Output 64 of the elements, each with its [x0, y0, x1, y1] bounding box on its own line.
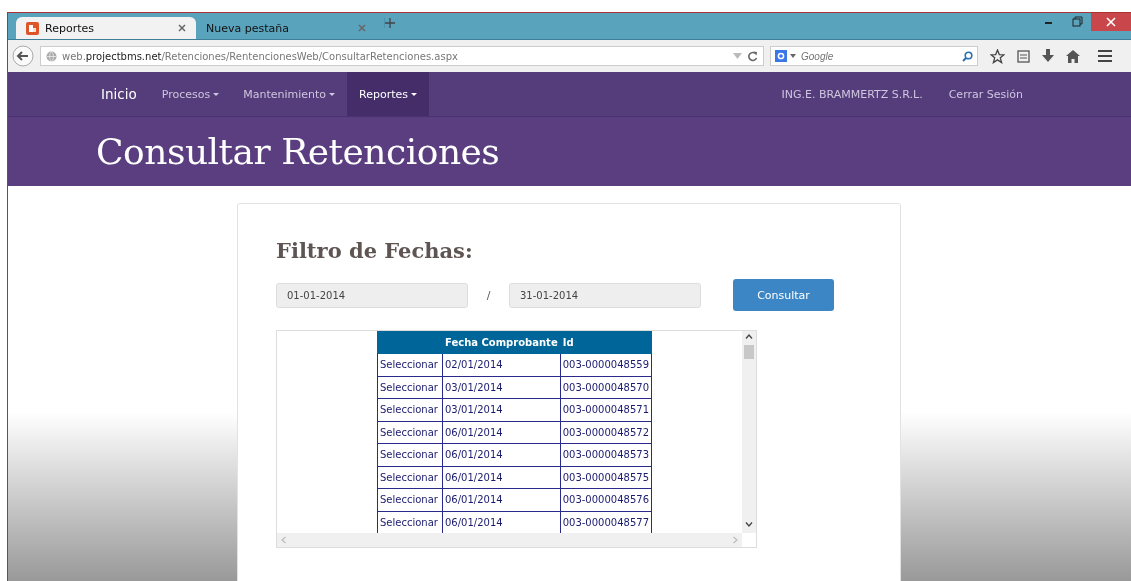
close-icon[interactable] [178, 24, 186, 32]
nav-link[interactable]: Cerrar Sesión [935, 72, 1036, 116]
new-tab-icon[interactable] [384, 18, 395, 28]
search-bar[interactable]: Google [770, 46, 978, 66]
browser-tab[interactable]: Nueva pestaña [196, 17, 376, 39]
select-link[interactable]: Seleccionar [377, 421, 443, 444]
dropdown-icon[interactable] [790, 54, 796, 58]
star-icon[interactable] [990, 48, 1005, 64]
nav-menu[interactable]: Procesos [149, 72, 232, 116]
date-separator: / [485, 288, 492, 302]
url-text: web.projectbms.net/Retenciones/RentencionesWeb/ConsultarRetenciones.aspx [62, 50, 458, 62]
nav-menu[interactable]: Reportes [347, 72, 430, 116]
table-cell: 06/01/2014 [442, 443, 561, 466]
table-cell: 003-0000048559 [560, 353, 652, 376]
select-link[interactable]: Seleccionar [377, 466, 443, 489]
reload-icon[interactable] [747, 50, 758, 62]
table-cell: 003-0000048575 [560, 466, 652, 489]
section-heading: Filtro de Fechas: [276, 238, 474, 263]
scroll-thumb[interactable] [744, 345, 754, 359]
column-header: Id [560, 331, 652, 354]
table-cell: 003-0000048572 [560, 421, 652, 444]
select-link[interactable]: Seleccionar [377, 376, 443, 399]
globe-icon [46, 50, 57, 62]
table-cell: 003-0000048576 [560, 488, 652, 511]
caret-icon [411, 92, 418, 96]
browser-tab[interactable]: Reportes [16, 17, 196, 39]
select-link[interactable]: Seleccionar [377, 488, 443, 511]
table-cell: 003-0000048571 [560, 398, 652, 421]
table-cell: 06/01/2014 [442, 466, 561, 489]
date-field[interactable]: 31-01-2014 [509, 282, 701, 308]
select-link[interactable]: Seleccionar [377, 398, 443, 421]
date-field[interactable]: 01-01-2014 [276, 282, 468, 308]
home-icon[interactable] [1066, 49, 1080, 63]
scroll-down-icon[interactable] [745, 522, 753, 527]
search-icon[interactable] [962, 50, 973, 62]
table-cell: 003-0000048570 [560, 376, 652, 399]
column-header: Fecha Comprobante [442, 331, 561, 354]
clipboard-icon[interactable] [1017, 49, 1030, 63]
table-cell: 03/01/2014 [442, 376, 561, 399]
menu-icon[interactable] [1098, 50, 1112, 62]
table-cell: 003-0000048573 [560, 443, 652, 466]
close-icon[interactable] [1091, 13, 1131, 31]
page-icon [26, 21, 39, 35]
search-field[interactable]: Google [799, 49, 959, 63]
nav-link[interactable]: Inicio [89, 72, 150, 116]
table-cell: 06/01/2014 [442, 488, 561, 511]
column-header [377, 331, 443, 354]
caret-icon [213, 92, 220, 96]
select-link[interactable]: Seleccionar [377, 443, 443, 466]
caret-icon [329, 92, 336, 96]
consultar-button[interactable]: Consultar [733, 279, 834, 311]
vertical-scrollbar[interactable] [742, 331, 756, 533]
table-cell: 06/01/2014 [442, 421, 561, 444]
download-icon[interactable] [1042, 49, 1054, 63]
table-cell: 03/01/2014 [442, 398, 561, 421]
nav-link[interactable]: ING.E. BRAMMERTZ S.R.L. [768, 72, 936, 116]
address-bar[interactable]: web.projectbms.net/Retenciones/RentencionesWeb/ConsultarRetenciones.aspx [40, 46, 764, 66]
select-link[interactable]: Seleccionar [377, 353, 443, 376]
search-engine-icon[interactable] [775, 50, 787, 62]
scroll-up-icon[interactable] [745, 334, 753, 339]
nav-menu[interactable]: Mantenimiento [231, 72, 348, 116]
back-icon[interactable] [12, 45, 34, 67]
table-cell: 02/01/2014 [442, 353, 561, 376]
page-title: Consultar Retenciones [96, 131, 500, 172]
